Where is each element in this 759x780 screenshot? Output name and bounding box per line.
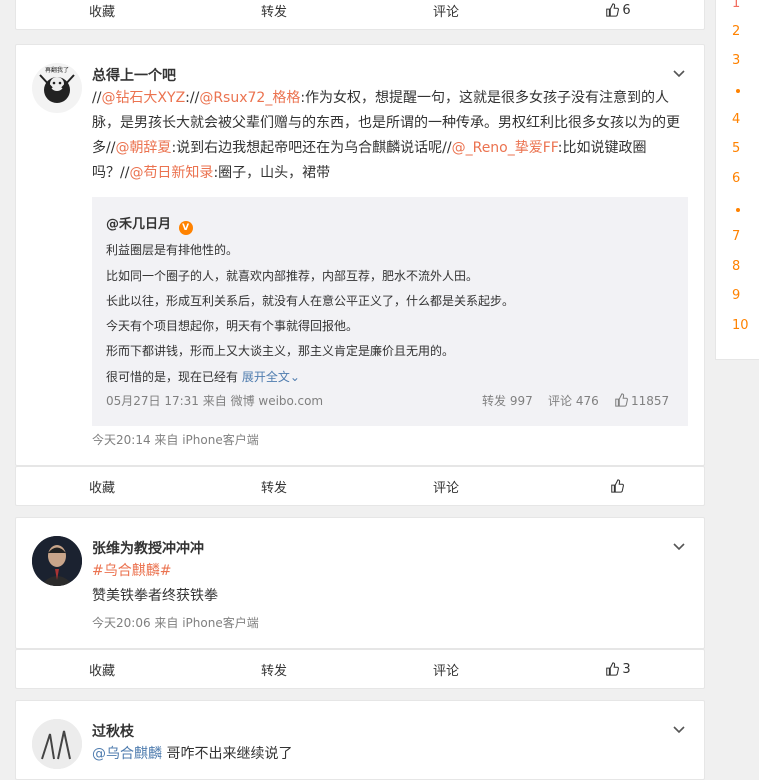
text-segment: :说到右边我想起帝吧还在为乌合麒麟说话呢// xyxy=(171,140,452,156)
text-segment: :// xyxy=(185,90,200,106)
post-author[interactable]: 过秋枝 xyxy=(92,721,134,741)
mention-link[interactable]: @Rsux72_格格 xyxy=(199,90,300,106)
chevron-down-icon[interactable] xyxy=(672,723,686,737)
rank-number: 1 xyxy=(732,0,741,11)
collect-button[interactable]: 收藏 xyxy=(16,0,188,29)
like-count: 6 xyxy=(622,2,631,18)
collect-button[interactable]: 收藏 xyxy=(16,467,188,505)
like-count: 3 xyxy=(622,661,631,677)
quote-forward[interactable]: 转发 997 xyxy=(482,392,533,409)
rank-number: 9 xyxy=(732,288,741,303)
avatar[interactable] xyxy=(32,719,82,769)
action-bar: 收藏 转发 评论 3 xyxy=(15,649,705,689)
post-text: 赞美铁拳者终获铁拳 xyxy=(92,588,218,604)
rank-number: 6 xyxy=(732,171,741,186)
post-text: //@钻石大XYZ://@Rsux72_格格:作为女权，想提醒一句，这就是很多女… xyxy=(92,86,686,186)
quote-like[interactable]: 11857 xyxy=(614,393,669,408)
comment-button[interactable]: 评论 xyxy=(360,650,532,688)
forward-button[interactable]: 转发 xyxy=(188,0,360,29)
hashtag-link[interactable]: #乌合麒麟# xyxy=(92,563,171,579)
post-author[interactable]: 总得上一个吧 xyxy=(92,65,176,85)
rank-number: 2 xyxy=(732,24,741,39)
like-button[interactable]: 3 xyxy=(532,650,704,688)
post-text: #乌合麒麟# xyxy=(92,559,686,584)
quote-line: 利益圈层是有排他性的。 xyxy=(106,243,239,257)
promo-dot-icon xyxy=(736,208,740,212)
thumbs-up-icon xyxy=(610,479,624,493)
forward-button[interactable]: 转发 xyxy=(188,650,360,688)
verified-badge-icon: V xyxy=(178,221,193,235)
hot-list-panel: 1 2 3 4 5 6 7 8 9 10 xyxy=(715,0,759,360)
avatar[interactable] xyxy=(32,536,82,586)
collect-button[interactable]: 收藏 xyxy=(16,650,188,688)
rank-number: 4 xyxy=(732,112,741,127)
post-text: @乌合麒麟 哥咋不出来继续说了 xyxy=(92,746,293,762)
thumbs-up-icon xyxy=(606,662,620,676)
expand-link[interactable]: 展开全文⌄ xyxy=(242,370,300,384)
promo-dot-icon xyxy=(736,89,740,93)
mention-link[interactable]: @朝辞夏 xyxy=(115,140,171,156)
like-button[interactable]: 6 xyxy=(532,0,704,29)
post-time[interactable]: 今天20:06 来自 iPhone客户端 xyxy=(92,614,259,631)
quote-line: 形而下都讲钱，形而上又大谈主义，那主义肯定是廉价且无用的。 xyxy=(106,344,455,358)
chevron-down-icon[interactable] xyxy=(672,540,686,554)
rank-number: 3 xyxy=(732,53,741,68)
text-segment: :圈子，山头，裙带 xyxy=(213,165,331,181)
action-bar-top: 收藏 转发 评论 6 xyxy=(15,0,705,30)
avatar-caption: 再翻我了 xyxy=(45,66,69,74)
avatar-image xyxy=(32,719,82,769)
avatar-image xyxy=(32,536,82,586)
quote-time: 05月27日 17:31 来自 微博 weibo.com xyxy=(106,394,324,408)
quote-comment[interactable]: 评论 476 xyxy=(548,392,599,409)
feed-post: 张维为教授冲冲冲 #乌合麒麟# 赞美铁拳者终获铁拳 今天20:06 来自 iPh… xyxy=(15,517,705,649)
rank-number: 10 xyxy=(732,318,749,333)
action-bar: 收藏 转发 评论 xyxy=(15,466,705,506)
quote-author[interactable]: @禾几日月 V xyxy=(106,213,193,235)
forward-button[interactable]: 转发 xyxy=(188,467,360,505)
like-button[interactable] xyxy=(532,467,704,505)
avatar-image: 再翻我了 xyxy=(32,63,82,113)
rank-number: 5 xyxy=(732,141,741,156)
mention-link[interactable]: @乌合麒麟 xyxy=(92,746,162,762)
comment-button[interactable]: 评论 xyxy=(360,467,532,505)
quote-line: 很可惜的是，现在已经有 展开全文⌄ xyxy=(106,370,300,384)
chevron-down-icon[interactable] xyxy=(672,67,686,81)
quote-line: 长此以往，形成互利关系后，就没有人在意公平正义了，什么都是关系起步。 xyxy=(106,294,515,308)
thumbs-up-icon xyxy=(615,393,628,407)
comment-button[interactable]: 评论 xyxy=(360,0,532,29)
reposted-content: @禾几日月 V 利益圈层是有排他性的。 比如同一个圈子的人，就喜欢内部推荐，内部… xyxy=(92,197,688,426)
mention-link[interactable]: @苟日新知录 xyxy=(129,165,213,181)
rank-number: 8 xyxy=(732,259,741,274)
quote-line: 比如同一个圈子的人，就喜欢内部推荐，内部互荐，肥水不流外人田。 xyxy=(106,269,479,283)
feed-post: 再翻我了 总得上一个吧 //@钻石大XYZ://@Rsux72_格格:作为女权，… xyxy=(15,44,705,466)
avatar[interactable]: 再翻我了 xyxy=(32,63,82,113)
post-author[interactable]: 张维为教授冲冲冲 xyxy=(92,538,204,558)
mention-link[interactable]: @_Reno_挚爱FF xyxy=(452,140,558,156)
feed-post: 过秋枝 @乌合麒麟 哥咋不出来继续说了 xyxy=(15,700,705,780)
mention-link[interactable]: @钻石大XYZ xyxy=(101,90,185,106)
rank-number: 7 xyxy=(732,229,741,244)
post-time[interactable]: 今天20:14 来自 iPhone客户端 xyxy=(92,431,259,448)
thumbs-up-icon xyxy=(606,3,620,17)
quote-line: 今天有个项目想起你，明天有个事就得回报他。 xyxy=(106,319,359,333)
